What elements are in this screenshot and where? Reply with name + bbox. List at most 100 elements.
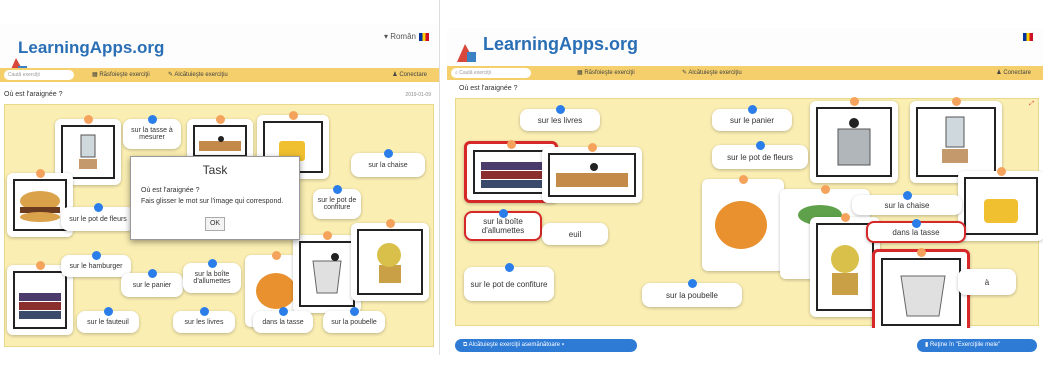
label-panier[interactable]: sur le panier	[121, 269, 183, 297]
card-pin	[216, 115, 225, 124]
label-livres[interactable]: sur les livres	[520, 105, 600, 131]
hamburger-image	[13, 179, 67, 231]
search-input[interactable]: Caută exerciţii	[4, 70, 74, 80]
header: LearningApps.org	[447, 28, 1043, 66]
exercise-title-bar: Où est l'araignée ?	[455, 82, 1043, 96]
ok-button[interactable]: OK	[205, 217, 225, 231]
image-card-cup[interactable]	[958, 167, 1043, 241]
language-label: Român	[390, 32, 416, 41]
login-link[interactable]: ♟ Conectare	[996, 69, 1031, 76]
flowerpot-image	[357, 229, 423, 295]
books-image	[13, 271, 67, 329]
card-pin	[841, 213, 850, 222]
label-pin	[92, 251, 101, 260]
label-pin	[148, 115, 157, 124]
create-link[interactable]: ✎ Alcătuieşte exerciţiu	[168, 71, 228, 78]
armchair-image	[708, 185, 778, 265]
header: LearningApps.org ▾ Român	[0, 24, 439, 76]
label-text: dans la tasse	[262, 318, 304, 326]
logo-icon	[455, 42, 477, 64]
measuring-cup-image	[299, 241, 355, 307]
label-text: sur la poubelle	[331, 318, 377, 326]
save-to-my-exercises-button[interactable]: ▮ Reţine în "Exerciţiile mele"	[917, 339, 1037, 352]
browse-link[interactable]: ▦ Răsfoieşte exerciţii	[92, 71, 150, 78]
card-pin	[289, 111, 298, 120]
label-text: sur le pot de fleurs	[69, 215, 127, 223]
label-pin	[748, 105, 757, 114]
card-pin	[821, 185, 830, 194]
browse-label: Răsfoieşte exerciţii	[99, 72, 150, 78]
browse-link[interactable]: ▦ Răsfoieşte exerciţii	[577, 69, 635, 76]
search-input[interactable]: ⌕ Caută exerciţii	[451, 68, 531, 78]
blender-image	[916, 107, 996, 177]
label-dans-tasse[interactable]: dans la tasse	[866, 219, 966, 243]
label-text: sur la chaise	[884, 200, 930, 210]
dialog-question: Où est l'araignée ?	[141, 187, 200, 194]
label-boite-allumettes[interactable]: sur la boîte d'allumettes	[183, 259, 241, 293]
label-livres[interactable]: sur les livres	[173, 307, 235, 333]
label-poubelle[interactable]: sur la poubelle	[323, 307, 385, 333]
card-pin	[272, 251, 281, 260]
blender-image	[61, 125, 115, 179]
fullscreen-icon[interactable]: ⤢	[1029, 101, 1034, 108]
label-tasse-mesurer[interactable]: sur la tasse à mesurer	[123, 115, 181, 149]
label-fauteuil[interactable]: sur le fauteuil	[77, 307, 139, 333]
right-screenshot-panel: LearningApps.org ⌕ Caută exerciţii ▦ Răs…	[447, 28, 1043, 358]
label-text: sur le hamburger	[69, 262, 123, 270]
search-placeholder: Caută exerciţii	[459, 70, 491, 76]
exercise-title: Où est l'araignée ?	[459, 85, 518, 92]
label-fauteuil[interactable]: euil	[542, 223, 608, 245]
create-link[interactable]: ✎ Alcătuieşte exerciţiu	[682, 69, 742, 76]
image-card-trash-can[interactable]	[810, 97, 898, 183]
label-pin	[499, 209, 508, 218]
label-text: sur le pot de confiture	[317, 197, 357, 211]
nav-bar: ⌕ Caută exerciţii ▦ Răsfoieşte exerciţii…	[447, 66, 1043, 80]
card-pin	[507, 140, 516, 149]
image-card-matchbox[interactable]	[542, 143, 642, 203]
label-pot-fleurs[interactable]: sur le pot de fleurs	[712, 141, 808, 169]
login-link[interactable]: ♟ Conectare	[392, 71, 427, 78]
image-card-measuring-cup[interactable]	[872, 248, 970, 335]
card-pin	[84, 115, 93, 124]
label-text: à	[984, 277, 990, 287]
save-label: Reţine în "Exerciţiile mele"	[929, 342, 1001, 348]
label-pin	[903, 191, 912, 200]
label-pot-confiture[interactable]: sur le pot de confiture	[464, 263, 554, 301]
create-similar-label: Alcătuieşte exerciţii asemănătoare	[468, 342, 561, 348]
language-selector[interactable]: ▾ Român	[384, 32, 429, 41]
label-text: sur le panier	[729, 115, 775, 125]
label-text: sur la poubelle	[665, 290, 719, 300]
label-text: sur les livres	[184, 318, 224, 326]
label-text: sur la tasse à mesurer	[131, 127, 173, 141]
exercise-title-bar: Où est l'araignée ? 2019-01-09	[0, 88, 439, 102]
label-text: euil	[568, 229, 582, 239]
label-chaise[interactable]: sur la chaise	[351, 149, 425, 177]
image-card-books[interactable]	[7, 261, 73, 335]
label-pin	[279, 307, 288, 316]
label-boite-allumettes[interactable]: sur la boîte d'allumettes	[464, 209, 542, 241]
label-pin	[756, 141, 765, 150]
image-card-armchair[interactable]	[702, 175, 784, 271]
label-pin	[688, 279, 697, 288]
card-pin	[386, 219, 395, 228]
cup-image	[964, 177, 1038, 235]
label-panier[interactable]: sur le panier	[712, 105, 792, 131]
browse-label: Răsfoieşte exerciţii	[584, 70, 635, 76]
label-text: sur le panier	[132, 281, 172, 289]
label-a[interactable]: à	[958, 269, 1016, 295]
label-chaise[interactable]: sur la chaise	[852, 191, 962, 215]
brand-logo[interactable]: LearningApps.org	[483, 34, 638, 55]
label-pot-confiture[interactable]: sur le pot de confiture	[313, 185, 361, 219]
label-dans-tasse[interactable]: dans la tasse	[253, 307, 313, 333]
label-poubelle[interactable]: sur la poubelle	[642, 279, 742, 307]
label-hamburger[interactable]: sur le hamburger	[61, 251, 131, 277]
card-pin	[997, 167, 1006, 176]
create-similar-button[interactable]: ⧉ Alcătuieşte exerciţii asemănătoare ▾	[455, 339, 637, 352]
label-pot-fleurs[interactable]: sur le pot de fleurs	[61, 203, 135, 231]
language-flag[interactable]	[1020, 32, 1033, 41]
chevron-down-icon: ▾	[561, 342, 565, 348]
dialog-instruction: Fais glisser le mot sur l'image qui corr…	[141, 198, 284, 205]
label-pin	[384, 149, 393, 158]
brand-logo[interactable]: LearningApps.org	[18, 38, 164, 58]
image-card-flowerpot[interactable]	[351, 219, 429, 301]
